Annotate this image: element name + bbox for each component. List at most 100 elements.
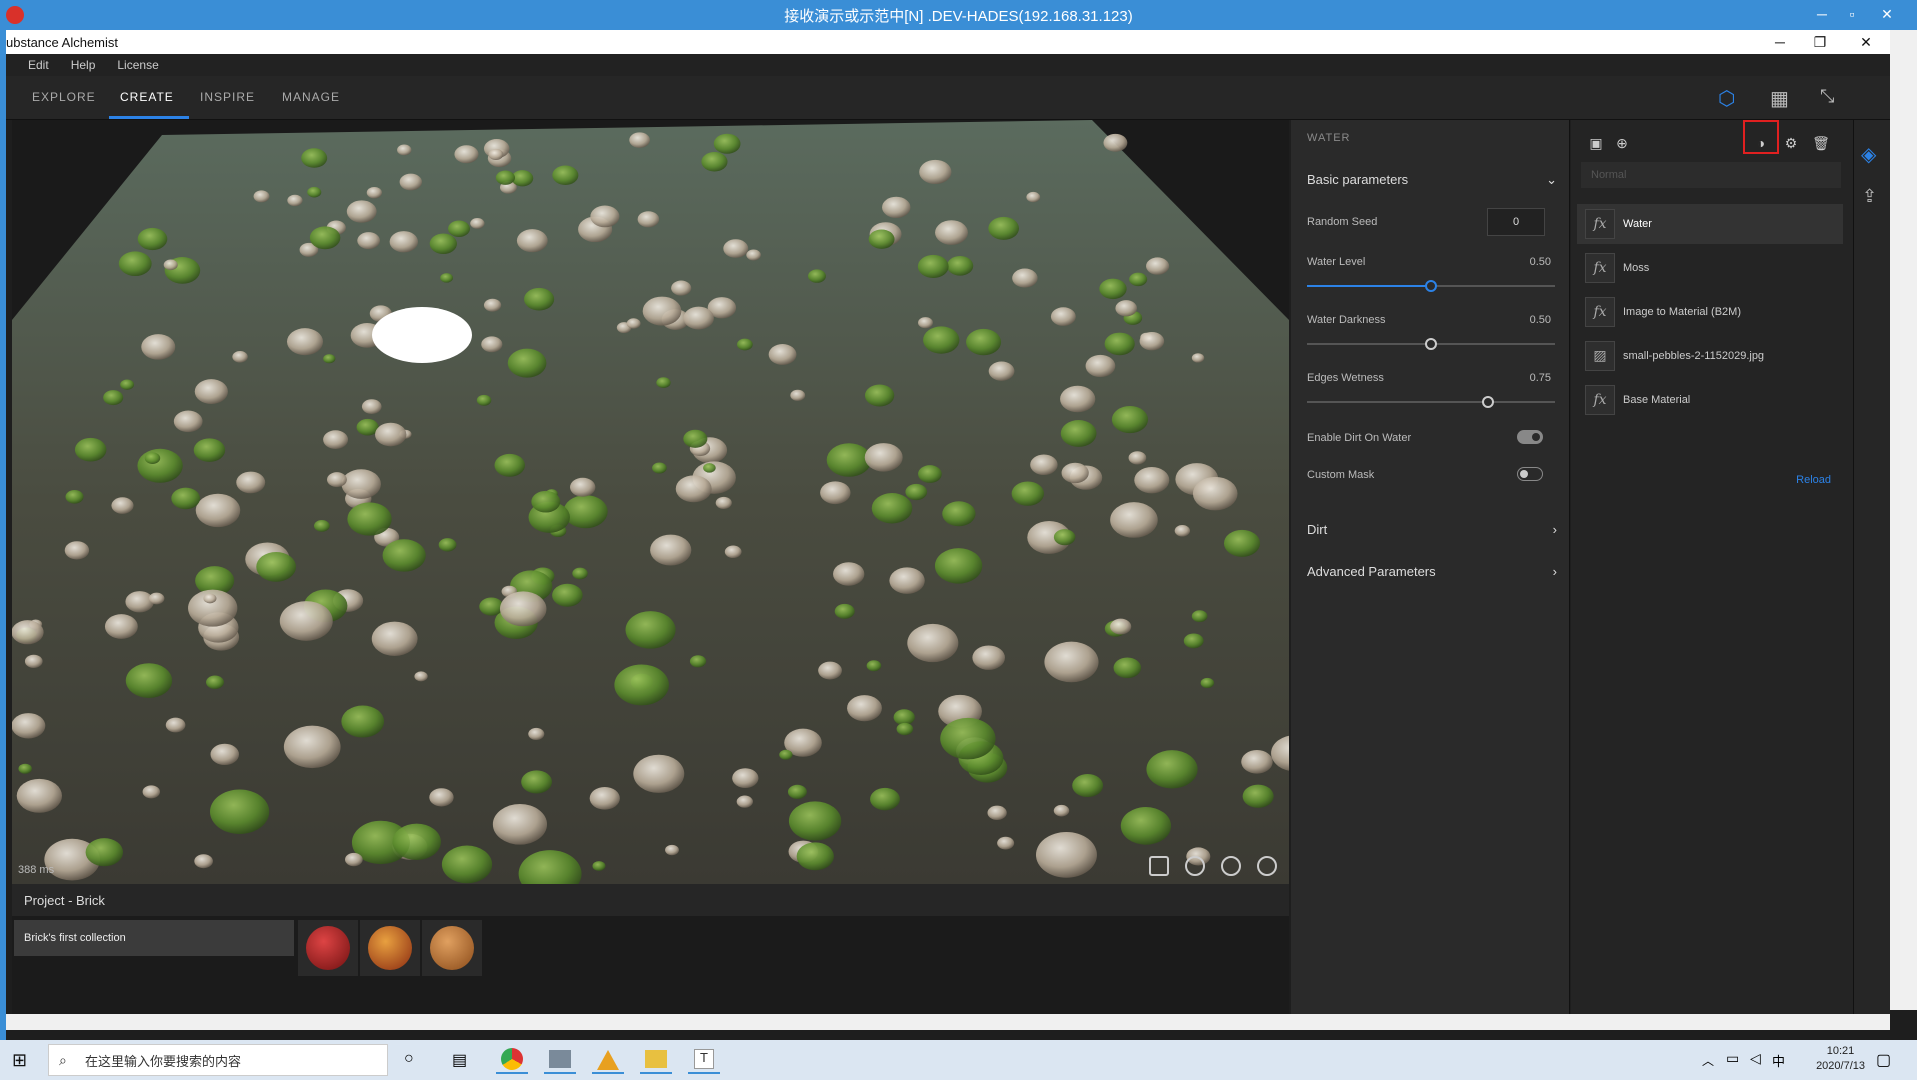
app-restore-icon[interactable]: ❐ xyxy=(1800,30,1840,54)
add-layer-icon[interactable]: ⊕ xyxy=(1613,134,1631,152)
windows-start-icon[interactable]: ⊞ xyxy=(12,1050,27,1071)
enable-dirt-toggle[interactable] xyxy=(1517,430,1543,444)
terrain-blob xyxy=(633,754,685,793)
layers-panel: ▣ ⊕ ◑ ⚙ 🗑 Normal fx Water fx Moss fx Ima… xyxy=(1571,120,1854,1014)
cortana-icon[interactable]: ○ xyxy=(404,1050,414,1068)
terrain-blob xyxy=(494,453,526,477)
terrain-blob xyxy=(940,717,996,760)
menu-help[interactable]: Help xyxy=(71,58,96,72)
terrain-blob xyxy=(1110,618,1132,635)
terrain-blob xyxy=(103,390,124,406)
terrain-blob xyxy=(713,133,741,154)
layer-item[interactable]: fx Moss xyxy=(1577,248,1843,288)
export-icon[interactable]: ⇪ xyxy=(1862,186,1877,207)
terrain-blob xyxy=(104,614,138,639)
layer-item[interactable]: ▨ small-pebbles-2-1152029.jpg xyxy=(1577,336,1843,376)
vertical-scrollbar[interactable] xyxy=(1890,30,1917,1010)
menu-license[interactable]: License xyxy=(117,58,158,72)
terrain-blob xyxy=(341,469,381,499)
maximize-icon[interactable]: ▫ xyxy=(1837,0,1867,28)
random-seed-input[interactable]: 0 xyxy=(1487,208,1545,236)
taskbar-search[interactable]: ⌕ 在这里输入你要搜索的内容 xyxy=(48,1044,388,1076)
3d-view-icon[interactable]: ⬡ xyxy=(1718,86,1740,110)
rotate-icon[interactable] xyxy=(1185,856,1205,876)
text-app-taskbar-icon[interactable]: T xyxy=(688,1046,720,1074)
tray-chevron-icon[interactable]: ︿ xyxy=(1702,1052,1714,1069)
volume-icon[interactable]: ◁ xyxy=(1750,1050,1761,1067)
terrain-blob xyxy=(203,593,217,604)
custom-mask-toggle[interactable] xyxy=(1517,467,1543,481)
app-minimize-icon[interactable]: ─ xyxy=(1760,30,1800,54)
app-close-icon[interactable]: ✕ xyxy=(1846,30,1886,54)
terrain-blob xyxy=(1072,774,1104,798)
material-thumb-1[interactable] xyxy=(298,920,358,976)
3d-viewport[interactable]: 388 ms xyxy=(12,120,1289,884)
close-icon[interactable]: ✕ xyxy=(1872,0,1902,28)
material-thumb-3[interactable] xyxy=(422,920,482,976)
material-thumb-2[interactable] xyxy=(360,920,420,976)
layers-icon[interactable]: ◈ xyxy=(1861,142,1876,167)
advanced-section-header[interactable]: Advanced Parameters › xyxy=(1307,564,1557,579)
blend-mode-select[interactable]: Normal xyxy=(1581,162,1841,188)
layer-item[interactable]: fx Image to Material (B2M) xyxy=(1577,292,1843,332)
terrain-blob xyxy=(1115,300,1137,317)
remote-desktop-taskbar-icon[interactable] xyxy=(544,1046,576,1074)
terrain-blob xyxy=(1011,481,1045,506)
notification-icon[interactable]: ▢ xyxy=(1876,1050,1891,1070)
terrain-blob xyxy=(871,493,913,524)
chrome-taskbar-icon[interactable] xyxy=(496,1046,528,1074)
remote-app-icon xyxy=(6,6,24,24)
terrain-blob xyxy=(701,151,728,172)
delete-icon[interactable]: 🗑 xyxy=(1812,134,1830,152)
task-view-icon[interactable]: ▤ xyxy=(452,1050,467,1070)
2d-view-icon[interactable]: ▦ xyxy=(1770,86,1792,110)
terrain-blob xyxy=(344,852,363,867)
save-icon[interactable]: ▣ xyxy=(1587,134,1605,152)
environment-icon[interactable] xyxy=(1257,856,1277,876)
globe-icon[interactable] xyxy=(1221,856,1241,876)
terrain-blob xyxy=(382,539,426,572)
collection-item[interactable]: Brick's first collection xyxy=(14,920,294,956)
reload-link[interactable]: Reload xyxy=(1796,474,1831,486)
mask-icon[interactable]: ◑ xyxy=(1752,134,1770,152)
water-darkness-slider[interactable] xyxy=(1307,338,1555,350)
tab-create[interactable]: CREATE xyxy=(120,90,174,104)
alchemist-taskbar-icon[interactable] xyxy=(592,1046,624,1074)
terrain-blob xyxy=(531,490,561,513)
dirt-section-header[interactable]: Dirt › xyxy=(1307,522,1557,537)
terrain-blob xyxy=(371,621,418,656)
split-view-icon[interactable]: ⤡ xyxy=(1820,86,1842,108)
clock[interactable]: 10:21 2020/7/13 xyxy=(1816,1044,1865,1074)
horizontal-scrollbar[interactable] xyxy=(6,1014,1890,1030)
terrain-blob xyxy=(118,251,152,277)
terrain-blob xyxy=(397,144,412,156)
terrain-blob xyxy=(499,591,547,627)
terrain-blob xyxy=(173,410,203,433)
tab-manage[interactable]: MANAGE xyxy=(282,90,340,104)
terrain-blob xyxy=(625,611,676,649)
water-level-value: 0.50 xyxy=(1529,256,1551,268)
terrain-blob xyxy=(905,483,928,501)
camera-icon[interactable] xyxy=(1149,856,1169,876)
layer-item[interactable]: fx Base Material xyxy=(1577,380,1843,420)
terrain-blob xyxy=(796,842,834,871)
render-time: 388 ms xyxy=(18,864,55,876)
terrain-blob xyxy=(1103,133,1128,152)
terrain-blob xyxy=(896,722,914,736)
tab-explore[interactable]: EXPLORE xyxy=(32,90,96,104)
terrain-blob xyxy=(1191,353,1205,363)
ime-indicator[interactable]: 中 xyxy=(1772,1051,1785,1070)
basic-parameters-header[interactable]: Basic parameters ⌄ xyxy=(1307,172,1557,188)
network-icon[interactable]: ▭ xyxy=(1726,1050,1739,1067)
layer-item[interactable]: fx Water xyxy=(1577,204,1843,244)
settings-icon[interactable]: ⚙ xyxy=(1782,134,1800,152)
water-level-slider[interactable] xyxy=(1307,280,1555,292)
terrain-blob xyxy=(65,490,84,504)
edges-wetness-slider[interactable] xyxy=(1307,396,1555,408)
explorer-taskbar-icon[interactable] xyxy=(640,1046,672,1074)
minimize-icon[interactable]: ─ xyxy=(1807,0,1837,28)
terrain-blob xyxy=(16,778,63,813)
terrain-blob xyxy=(642,296,682,326)
tab-inspire[interactable]: INSPIRE xyxy=(200,90,255,104)
menu-edit[interactable]: Edit xyxy=(28,58,49,72)
